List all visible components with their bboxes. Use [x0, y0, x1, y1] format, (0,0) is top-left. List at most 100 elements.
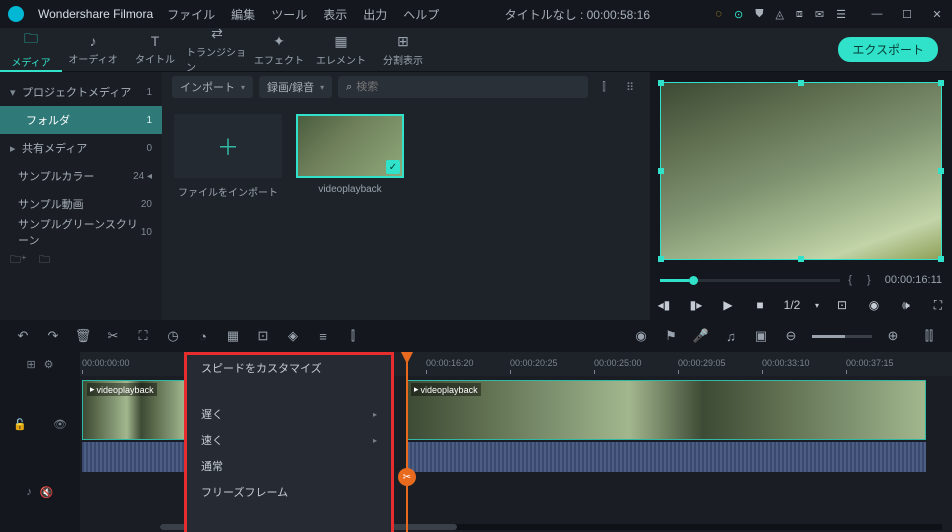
titlebar-actions: ◌ ⊙ ⛊ ◬ ⧈ ✉ ☰ — [715, 8, 846, 21]
zoom-out-icon[interactable]: ⊖ — [782, 327, 800, 345]
tree-folder[interactable]: フォルダ1 — [0, 106, 162, 134]
crop-icon[interactable]: ⛶ — [134, 327, 152, 345]
record-dropdown[interactable]: 録画/録音▾ — [259, 76, 332, 98]
chevron-right-icon: ▸ — [373, 410, 377, 419]
mail-icon[interactable]: ✉ — [815, 8, 824, 21]
headphones-icon[interactable]: ⊙ — [734, 8, 743, 21]
filter-icon[interactable]: ⫿ — [594, 77, 614, 97]
ctx-normal[interactable]: 通常 — [187, 453, 391, 479]
zoom-ratio[interactable]: 1/2 — [783, 298, 801, 312]
preview-seekbar[interactable] — [660, 279, 840, 282]
tab-split[interactable]: ⊞分割表示 — [372, 28, 434, 72]
ctx-fast[interactable]: 速く▸ — [187, 427, 391, 453]
snapshot-icon[interactable]: ◉ — [865, 298, 883, 312]
tab-media[interactable]: 🗀メディア — [0, 28, 62, 72]
app-logo — [8, 6, 24, 22]
ctx-freeze-frame[interactable]: フリーズフレーム — [187, 479, 391, 505]
menu-view[interactable]: 表示 — [323, 6, 347, 23]
preview-canvas[interactable] — [660, 82, 942, 260]
crop-zoom-icon[interactable]: ⊡ — [254, 327, 272, 345]
ctx-customize-speed[interactable]: スピードをカスタマイズ — [187, 355, 391, 381]
scissors-icon[interactable]: ✂ — [398, 468, 416, 486]
voiceover-icon[interactable]: 🎤 — [692, 327, 710, 345]
snap-icon[interactable]: ▣ — [752, 327, 770, 345]
stop-button[interactable]: ■ — [751, 298, 769, 312]
ctx-slow[interactable]: 遅く▸ — [187, 401, 391, 427]
color-icon[interactable]: ◔ — [194, 327, 212, 345]
audio-wave[interactable] — [406, 442, 926, 472]
minimize-button[interactable]: — — [870, 7, 884, 21]
tree-sample-green[interactable]: サンプルグリーンスクリーン10 — [0, 218, 162, 246]
cut-icon[interactable]: ✂ — [104, 327, 122, 345]
redo-icon[interactable]: ↷ — [44, 327, 62, 345]
new-folder-icon[interactable]: 🗀⁺ — [10, 251, 27, 270]
tree-shared-media[interactable]: ▸共有メディア0 — [0, 134, 162, 162]
timeline-clip[interactable]: ▸videoplayback — [406, 380, 926, 440]
fullscreen-icon[interactable]: ⛶ — [929, 298, 947, 313]
mute-icon[interactable]: 🔇 — [40, 486, 54, 499]
volume-icon[interactable]: 🕪 — [897, 298, 915, 313]
speed-icon[interactable]: ◷ — [164, 327, 182, 345]
user-icon[interactable]: ◬ — [775, 8, 783, 21]
prev-frame-button[interactable]: ◂▮ — [655, 298, 673, 312]
next-frame-button[interactable]: ▮▸ — [687, 298, 705, 312]
import-dropdown[interactable]: インポート▾ — [172, 76, 253, 98]
split-icon: ⊞ — [397, 33, 409, 50]
mark-brackets[interactable]: { } — [848, 274, 876, 286]
delete-icon[interactable]: 🗑 — [74, 327, 92, 345]
menu-help[interactable]: ヘルプ — [403, 6, 439, 23]
gift-icon[interactable]: ⛊ — [755, 8, 763, 21]
bulb-icon[interactable]: ◌ — [715, 8, 722, 20]
tab-element[interactable]: ▦エレメント — [310, 28, 372, 72]
lock-icon[interactable]: 🔓 — [13, 418, 27, 431]
bell-icon[interactable]: ⧈ — [796, 8, 803, 21]
media-panel: インポート▾ 録画/録音▾ ⌕ ⫿ ⠿ ＋ ファイルをインポート videopl… — [162, 72, 650, 320]
audio-wave-left[interactable] — [82, 442, 186, 472]
add-track-icon[interactable]: ⊞ — [26, 358, 35, 371]
feedback-icon[interactable]: ☰ — [836, 8, 846, 21]
audio-adjust-icon[interactable]: ⫿ — [344, 327, 362, 345]
grid-icon[interactable]: ⠿ — [620, 77, 640, 97]
tab-audio[interactable]: ♪オーディオ — [62, 28, 124, 72]
menu-edit[interactable]: 編集 — [231, 6, 255, 23]
track-settings-icon[interactable]: ⚙ — [44, 358, 54, 371]
timeline-body[interactable]: 00:00:00:00 00:00:16:20 00:00:20:25 00:0… — [80, 352, 952, 532]
tab-transition[interactable]: ⇄トランジション — [186, 28, 248, 72]
timeline-clip-left[interactable]: ▸videoplayback — [82, 380, 186, 440]
export-button[interactable]: エクスポート — [838, 37, 938, 62]
clip-thumbnail — [296, 114, 404, 178]
play-button[interactable]: ▶ — [719, 298, 737, 312]
quality-icon[interactable]: ⊡ — [833, 298, 851, 312]
tree-project-media[interactable]: ▾プロジェクトメディア1 — [0, 78, 162, 106]
menu-file[interactable]: ファイル — [167, 6, 215, 23]
search-input[interactable] — [356, 81, 580, 93]
zoom-slider[interactable] — [812, 335, 872, 338]
undo-icon[interactable]: ↶ — [14, 327, 32, 345]
marker-icon[interactable]: ⚑ — [662, 327, 680, 345]
folder-icon[interactable]: 🗀 — [39, 251, 50, 270]
keyframe-icon[interactable]: ◈ — [284, 327, 302, 345]
green-screen-icon[interactable]: ▦ — [224, 327, 242, 345]
import-tile[interactable]: ＋ ファイルをインポート — [174, 114, 282, 308]
zoom-in-icon[interactable]: ⊕ — [884, 327, 902, 345]
media-clip[interactable]: videoplayback — [296, 114, 404, 308]
menu-output[interactable]: 出力 — [363, 6, 387, 23]
zoom-fit-icon[interactable]: ⫿⫿ — [920, 327, 938, 345]
render-icon[interactable]: ◉ — [632, 327, 650, 345]
visibility-icon[interactable]: 👁 — [53, 418, 67, 431]
menu-tools[interactable]: ツール — [271, 6, 307, 23]
close-button[interactable]: ✕ — [930, 7, 944, 21]
tab-effect[interactable]: ✦エフェクト — [248, 28, 310, 72]
ctx-reverse[interactable]: 逆再生 — [187, 525, 391, 532]
playhead[interactable]: ✂ — [406, 352, 408, 532]
tree-sample-video[interactable]: サンプル動画20 — [0, 190, 162, 218]
mixer-icon[interactable]: ♫ — [722, 327, 740, 345]
tree-sample-color[interactable]: サンプルカラー24 ◂ — [0, 162, 162, 190]
project-title: タイトルなし : 00:00:58:16 — [453, 6, 701, 23]
chevron-down-icon: ▾ — [320, 83, 324, 92]
tab-title[interactable]: Tタイトル — [124, 28, 186, 72]
track-icon[interactable]: ≡ — [314, 327, 332, 345]
search-field[interactable]: ⌕ — [338, 76, 588, 98]
chevron-down-icon: ▾ — [241, 83, 245, 92]
maximize-button[interactable]: ☐ — [900, 7, 914, 21]
